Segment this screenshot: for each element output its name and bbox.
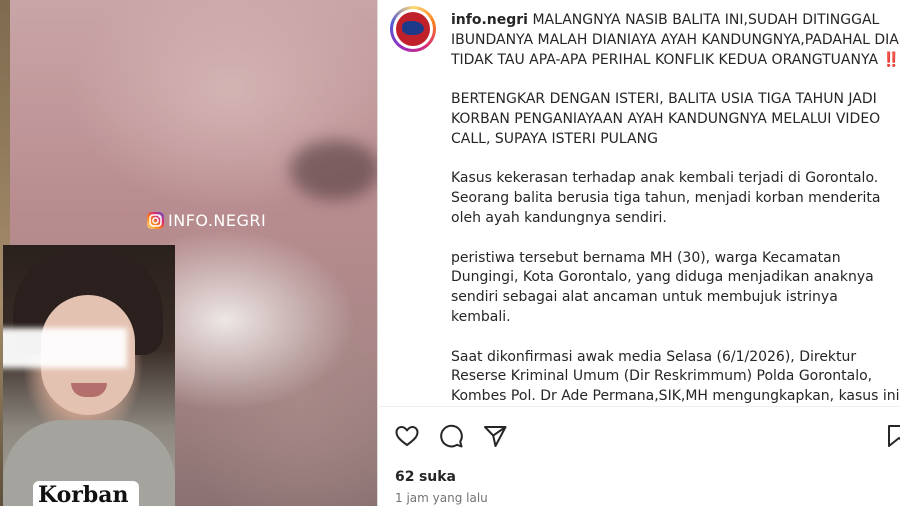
likes-label: suka [418,469,456,485]
censor-bar [3,328,127,368]
post-caption: info.negri MALANGNYA NASIB BALITA INI,SU… [451,11,900,405]
likes-count[interactable]: 62 suka [395,469,456,485]
caption-paragraph: Kasus kekerasan terhadap anak kembali te… [451,170,881,226]
action-bar [394,423,508,449]
heart-icon[interactable] [394,423,420,449]
share-icon[interactable] [482,423,508,449]
inset-label: Korban [38,482,129,506]
post-timestamp: 1 jam yang lalu [395,491,488,505]
inset-photo [3,245,175,506]
bookmark-icon[interactable] [886,423,900,449]
divider [377,406,900,407]
author-username[interactable]: info.negri [451,12,528,28]
watermark-text: INFO.NEGRI [168,211,267,230]
caption-paragraph: Saat dikonfirmasi awak media Selasa (6/1… [451,348,900,405]
caption-paragraph: BERTENGKAR DENGAN ISTERI, BALITA USIA TI… [451,91,881,147]
instagram-icon [147,212,164,229]
media-watermark: INFO.NEGRI [147,211,266,230]
caption-paragraph: peristiwa tersebut bernama MH (30), warg… [451,249,874,325]
face-shadow [290,140,377,200]
comment-icon[interactable] [438,423,464,449]
post-media-image[interactable]: INFO.NEGRI Korban [0,0,377,506]
likes-number: 62 [395,469,415,485]
avatar-map-shape [402,21,424,35]
caption-headline-paragraph: info.negri MALANGNYA NASIB BALITA INI,SU… [451,11,900,70]
